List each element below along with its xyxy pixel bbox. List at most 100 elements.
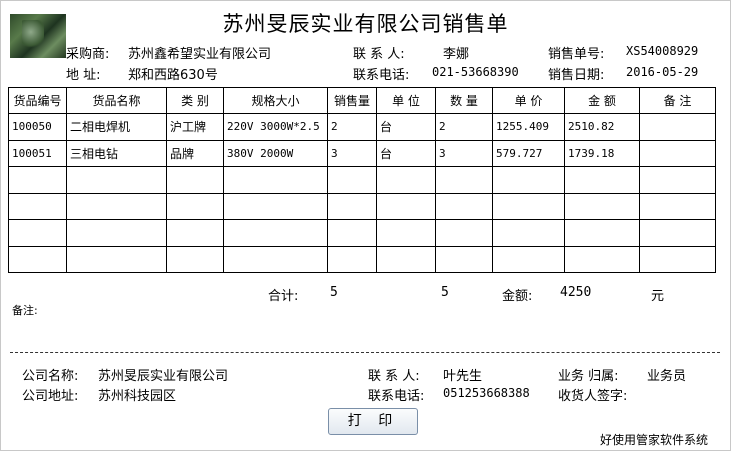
address-value: 郑和西路630号 (128, 68, 218, 83)
col-header: 数 量 (435, 87, 493, 114)
table-cell (223, 192, 328, 220)
print-button[interactable]: 打 印 (328, 408, 418, 435)
table-cell (66, 245, 167, 273)
table-cell (435, 166, 493, 194)
contact-value: 李娜 (443, 47, 470, 62)
order-no-value: XS54008929 (626, 44, 699, 58)
table-cell (564, 192, 640, 220)
table-cell (327, 166, 377, 194)
footer-owner-value: 业务员 (647, 369, 687, 384)
total-sales-qty: 5 (330, 285, 338, 300)
table-cell (564, 166, 640, 194)
footer-owner-label: 业务 归属: (558, 369, 619, 384)
footer-phone-label: 联系电话: (368, 389, 425, 404)
table-cell: 100050 (8, 113, 67, 141)
footer-sign-label: 收货人签字: (558, 389, 628, 404)
buyer-value: 苏州鑫希望实业有限公司 (128, 47, 272, 62)
table-row: 100050 二相电焊机 沪工牌 220V 3000W*2.5 2 台 2 1255.409 2… (8, 113, 716, 141)
col-header: 规格大小 (223, 87, 328, 114)
table-cell (639, 166, 716, 194)
table-cell (376, 245, 436, 273)
table-cell (492, 192, 565, 220)
table-cell (376, 192, 436, 220)
table-cell (8, 219, 67, 247)
table-cell (639, 113, 716, 141)
col-header: 单 位 (376, 87, 436, 114)
buyer-label: 采购商: (66, 47, 110, 62)
table-cell (564, 245, 640, 273)
date-value: 2016-05-29 (626, 65, 699, 79)
total-qty: 5 (441, 285, 449, 300)
table-cell: 2510.82 (564, 113, 640, 141)
table-cell: 100051 (8, 139, 67, 167)
divider-line (10, 352, 720, 353)
footer-address-label: 公司地址: (22, 389, 79, 404)
table-cell: 品牌 (166, 139, 224, 167)
table-cell (564, 219, 640, 247)
table-cell (66, 166, 167, 194)
table-cell (327, 192, 377, 220)
table-cell (639, 219, 716, 247)
table-cell (327, 245, 377, 273)
brand-note: 好使用管家软件系统 (600, 433, 709, 447)
table-cell: 3 (435, 139, 493, 167)
table-cell: 二相电焊机 (66, 113, 167, 141)
footer-contact-label: 联 系 人: (368, 369, 420, 384)
table-cell (639, 192, 716, 220)
date-label: 销售日期: (548, 68, 605, 83)
table-cell (639, 245, 716, 273)
footer-contact-value: 叶先生 (443, 369, 483, 384)
table-row (8, 245, 716, 273)
table-cell (435, 219, 493, 247)
col-header: 货品名称 (66, 87, 167, 114)
table-cell (8, 245, 67, 273)
phone-label: 联系电话: (353, 68, 410, 83)
remarks-label: 备注: (12, 304, 38, 317)
total-amount-label: 金额: (502, 289, 533, 304)
contact-label: 联 系 人: (353, 47, 405, 62)
table-cell (223, 166, 328, 194)
table-cell (166, 192, 224, 220)
table-row (8, 166, 716, 194)
table-cell: 579.727 (492, 139, 565, 167)
total-amount: 4250 (560, 285, 592, 300)
table-row (8, 219, 716, 247)
table-cell (8, 166, 67, 194)
table-cell (8, 192, 67, 220)
table-cell: 3 (327, 139, 377, 167)
table-cell (66, 192, 167, 220)
table-cell (639, 139, 716, 167)
table-cell (166, 245, 224, 273)
table-cell: 三相电钻 (66, 139, 167, 167)
address-label: 地 址: (66, 68, 101, 83)
col-header: 备 注 (639, 87, 716, 114)
table-cell: 380V 2000W (223, 139, 328, 167)
col-header: 类 别 (166, 87, 224, 114)
col-header: 销售量 (327, 87, 377, 114)
table-cell (376, 219, 436, 247)
table-row: 100051 三相电钻 品牌 380V 2000W 3 台 3 579.727 1739.18 (8, 139, 716, 167)
table-cell: 2 (327, 113, 377, 141)
table-row (8, 192, 716, 220)
table-cell (435, 245, 493, 273)
footer-company-label: 公司名称: (22, 369, 79, 384)
table-cell (66, 219, 167, 247)
table-cell: 台 (376, 139, 436, 167)
table-cell: 1739.18 (564, 139, 640, 167)
page-title: 苏州旻辰实业有限公司销售单 (222, 12, 509, 36)
footer-company-value: 苏州旻辰实业有限公司 (98, 369, 229, 384)
table-cell: 220V 3000W*2.5 (223, 113, 328, 141)
table-cell (166, 166, 224, 194)
order-no-label: 销售单号: (548, 47, 605, 62)
table-cell (492, 219, 565, 247)
total-label: 合计: (268, 289, 299, 304)
table-cell (492, 166, 565, 194)
footer-address-value: 苏州科技园区 (98, 389, 177, 404)
table-cell (327, 219, 377, 247)
table-header-row: 货品编号 货品名称 类 别 规格大小 销售量 单 位 数 量 单 价 金 额 备… (8, 87, 716, 114)
col-header: 金 额 (564, 87, 640, 114)
col-header: 货品编号 (8, 87, 67, 114)
table-cell (492, 245, 565, 273)
table-cell (166, 219, 224, 247)
table-cell: 台 (376, 113, 436, 141)
